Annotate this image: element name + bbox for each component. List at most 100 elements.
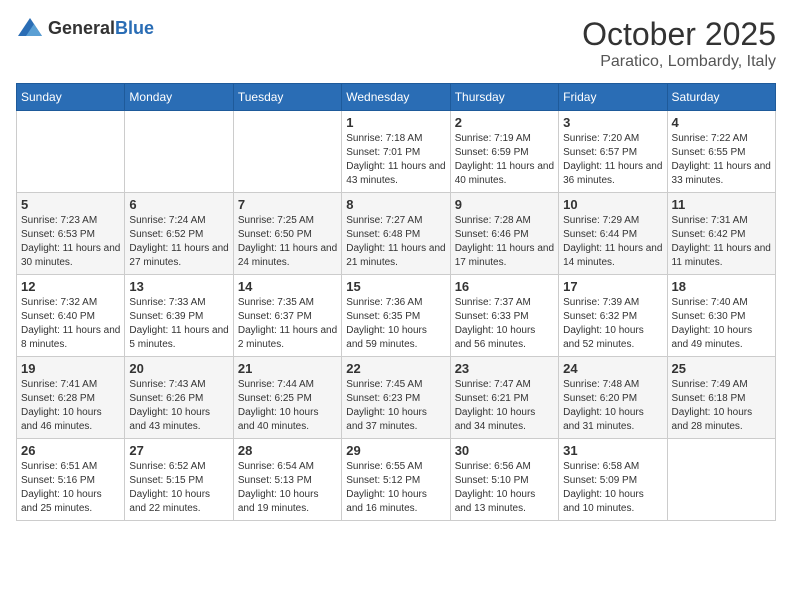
day-number: 7 xyxy=(238,197,337,212)
location-title: Paratico, Lombardy, Italy xyxy=(582,53,776,71)
day-number: 10 xyxy=(563,197,662,212)
day-number: 15 xyxy=(346,279,445,294)
table-row: 13 Sunrise: 7:33 AMSunset: 6:39 PMDaylig… xyxy=(125,275,233,357)
day-number: 23 xyxy=(455,361,554,376)
day-info: Sunrise: 7:47 AMSunset: 6:21 PMDaylight:… xyxy=(455,379,536,432)
day-number: 21 xyxy=(238,361,337,376)
table-row xyxy=(17,111,125,193)
day-info: Sunrise: 7:20 AMSunset: 6:57 PMDaylight:… xyxy=(563,133,662,186)
day-number: 27 xyxy=(129,443,228,458)
header-wednesday: Wednesday xyxy=(342,84,450,111)
calendar-week-row: 26 Sunrise: 6:51 AMSunset: 5:16 PMDaylig… xyxy=(17,439,776,521)
table-row: 20 Sunrise: 7:43 AMSunset: 6:26 PMDaylig… xyxy=(125,357,233,439)
calendar-week-row: 19 Sunrise: 7:41 AMSunset: 6:28 PMDaylig… xyxy=(17,357,776,439)
day-info: Sunrise: 7:49 AMSunset: 6:18 PMDaylight:… xyxy=(672,379,753,432)
calendar-week-row: 5 Sunrise: 7:23 AMSunset: 6:53 PMDayligh… xyxy=(17,193,776,275)
table-row: 14 Sunrise: 7:35 AMSunset: 6:37 PMDaylig… xyxy=(233,275,341,357)
day-number: 18 xyxy=(672,279,771,294)
table-row: 19 Sunrise: 7:41 AMSunset: 6:28 PMDaylig… xyxy=(17,357,125,439)
table-row: 26 Sunrise: 6:51 AMSunset: 5:16 PMDaylig… xyxy=(17,439,125,521)
table-row: 6 Sunrise: 7:24 AMSunset: 6:52 PMDayligh… xyxy=(125,193,233,275)
day-number: 29 xyxy=(346,443,445,458)
day-number: 26 xyxy=(21,443,120,458)
table-row: 1 Sunrise: 7:18 AMSunset: 7:01 PMDayligh… xyxy=(342,111,450,193)
day-info: Sunrise: 7:29 AMSunset: 6:44 PMDaylight:… xyxy=(563,215,662,268)
day-info: Sunrise: 6:54 AMSunset: 5:13 PMDaylight:… xyxy=(238,461,319,514)
calendar-week-row: 1 Sunrise: 7:18 AMSunset: 7:01 PMDayligh… xyxy=(17,111,776,193)
day-info: Sunrise: 7:45 AMSunset: 6:23 PMDaylight:… xyxy=(346,379,427,432)
table-row: 12 Sunrise: 7:32 AMSunset: 6:40 PMDaylig… xyxy=(17,275,125,357)
day-number: 6 xyxy=(129,197,228,212)
day-number: 25 xyxy=(672,361,771,376)
day-number: 12 xyxy=(21,279,120,294)
logo: GeneralBlue xyxy=(16,16,154,40)
day-number: 8 xyxy=(346,197,445,212)
table-row: 7 Sunrise: 7:25 AMSunset: 6:50 PMDayligh… xyxy=(233,193,341,275)
day-info: Sunrise: 6:55 AMSunset: 5:12 PMDaylight:… xyxy=(346,461,427,514)
table-row: 8 Sunrise: 7:27 AMSunset: 6:48 PMDayligh… xyxy=(342,193,450,275)
table-row xyxy=(667,439,775,521)
day-number: 4 xyxy=(672,115,771,130)
title-block: October 2025 Paratico, Lombardy, Italy xyxy=(582,16,776,71)
table-row: 5 Sunrise: 7:23 AMSunset: 6:53 PMDayligh… xyxy=(17,193,125,275)
day-info: Sunrise: 7:43 AMSunset: 6:26 PMDaylight:… xyxy=(129,379,210,432)
day-number: 11 xyxy=(672,197,771,212)
day-number: 9 xyxy=(455,197,554,212)
table-row xyxy=(233,111,341,193)
day-info: Sunrise: 7:39 AMSunset: 6:32 PMDaylight:… xyxy=(563,297,644,350)
header-saturday: Saturday xyxy=(667,84,775,111)
day-info: Sunrise: 7:24 AMSunset: 6:52 PMDaylight:… xyxy=(129,215,228,268)
day-info: Sunrise: 7:31 AMSunset: 6:42 PMDaylight:… xyxy=(672,215,771,268)
table-row: 22 Sunrise: 7:45 AMSunset: 6:23 PMDaylig… xyxy=(342,357,450,439)
table-row: 16 Sunrise: 7:37 AMSunset: 6:33 PMDaylig… xyxy=(450,275,558,357)
day-number: 14 xyxy=(238,279,337,294)
header-friday: Friday xyxy=(559,84,667,111)
day-info: Sunrise: 6:52 AMSunset: 5:15 PMDaylight:… xyxy=(129,461,210,514)
table-row: 21 Sunrise: 7:44 AMSunset: 6:25 PMDaylig… xyxy=(233,357,341,439)
day-number: 5 xyxy=(21,197,120,212)
calendar-week-row: 12 Sunrise: 7:32 AMSunset: 6:40 PMDaylig… xyxy=(17,275,776,357)
page-header: GeneralBlue October 2025 Paratico, Lomba… xyxy=(16,16,776,71)
day-info: Sunrise: 6:51 AMSunset: 5:16 PMDaylight:… xyxy=(21,461,102,514)
day-number: 20 xyxy=(129,361,228,376)
day-info: Sunrise: 7:32 AMSunset: 6:40 PMDaylight:… xyxy=(21,297,120,350)
day-number: 30 xyxy=(455,443,554,458)
day-info: Sunrise: 7:44 AMSunset: 6:25 PMDaylight:… xyxy=(238,379,319,432)
logo-text-general: General xyxy=(48,18,115,38)
day-info: Sunrise: 7:18 AMSunset: 7:01 PMDaylight:… xyxy=(346,133,445,186)
table-row: 2 Sunrise: 7:19 AMSunset: 6:59 PMDayligh… xyxy=(450,111,558,193)
day-number: 19 xyxy=(21,361,120,376)
table-row: 17 Sunrise: 7:39 AMSunset: 6:32 PMDaylig… xyxy=(559,275,667,357)
table-row: 18 Sunrise: 7:40 AMSunset: 6:30 PMDaylig… xyxy=(667,275,775,357)
day-info: Sunrise: 7:27 AMSunset: 6:48 PMDaylight:… xyxy=(346,215,445,268)
day-number: 28 xyxy=(238,443,337,458)
day-info: Sunrise: 7:23 AMSunset: 6:53 PMDaylight:… xyxy=(21,215,120,268)
table-row: 11 Sunrise: 7:31 AMSunset: 6:42 PMDaylig… xyxy=(667,193,775,275)
logo-text-blue: Blue xyxy=(115,18,154,38)
day-number: 22 xyxy=(346,361,445,376)
header-monday: Monday xyxy=(125,84,233,111)
day-info: Sunrise: 7:41 AMSunset: 6:28 PMDaylight:… xyxy=(21,379,102,432)
day-number: 2 xyxy=(455,115,554,130)
table-row: 31 Sunrise: 6:58 AMSunset: 5:09 PMDaylig… xyxy=(559,439,667,521)
day-number: 16 xyxy=(455,279,554,294)
header-sunday: Sunday xyxy=(17,84,125,111)
table-row: 3 Sunrise: 7:20 AMSunset: 6:57 PMDayligh… xyxy=(559,111,667,193)
day-info: Sunrise: 7:22 AMSunset: 6:55 PMDaylight:… xyxy=(672,133,771,186)
calendar-header-row: Sunday Monday Tuesday Wednesday Thursday… xyxy=(17,84,776,111)
calendar-table: Sunday Monday Tuesday Wednesday Thursday… xyxy=(16,83,776,521)
table-row: 28 Sunrise: 6:54 AMSunset: 5:13 PMDaylig… xyxy=(233,439,341,521)
table-row: 30 Sunrise: 6:56 AMSunset: 5:10 PMDaylig… xyxy=(450,439,558,521)
table-row: 9 Sunrise: 7:28 AMSunset: 6:46 PMDayligh… xyxy=(450,193,558,275)
header-tuesday: Tuesday xyxy=(233,84,341,111)
month-title: October 2025 xyxy=(582,16,776,53)
day-number: 17 xyxy=(563,279,662,294)
logo-icon xyxy=(16,16,44,40)
day-info: Sunrise: 7:33 AMSunset: 6:39 PMDaylight:… xyxy=(129,297,228,350)
table-row: 10 Sunrise: 7:29 AMSunset: 6:44 PMDaylig… xyxy=(559,193,667,275)
table-row xyxy=(125,111,233,193)
day-info: Sunrise: 6:58 AMSunset: 5:09 PMDaylight:… xyxy=(563,461,644,514)
day-info: Sunrise: 7:35 AMSunset: 6:37 PMDaylight:… xyxy=(238,297,337,350)
table-row: 4 Sunrise: 7:22 AMSunset: 6:55 PMDayligh… xyxy=(667,111,775,193)
day-info: Sunrise: 7:40 AMSunset: 6:30 PMDaylight:… xyxy=(672,297,753,350)
